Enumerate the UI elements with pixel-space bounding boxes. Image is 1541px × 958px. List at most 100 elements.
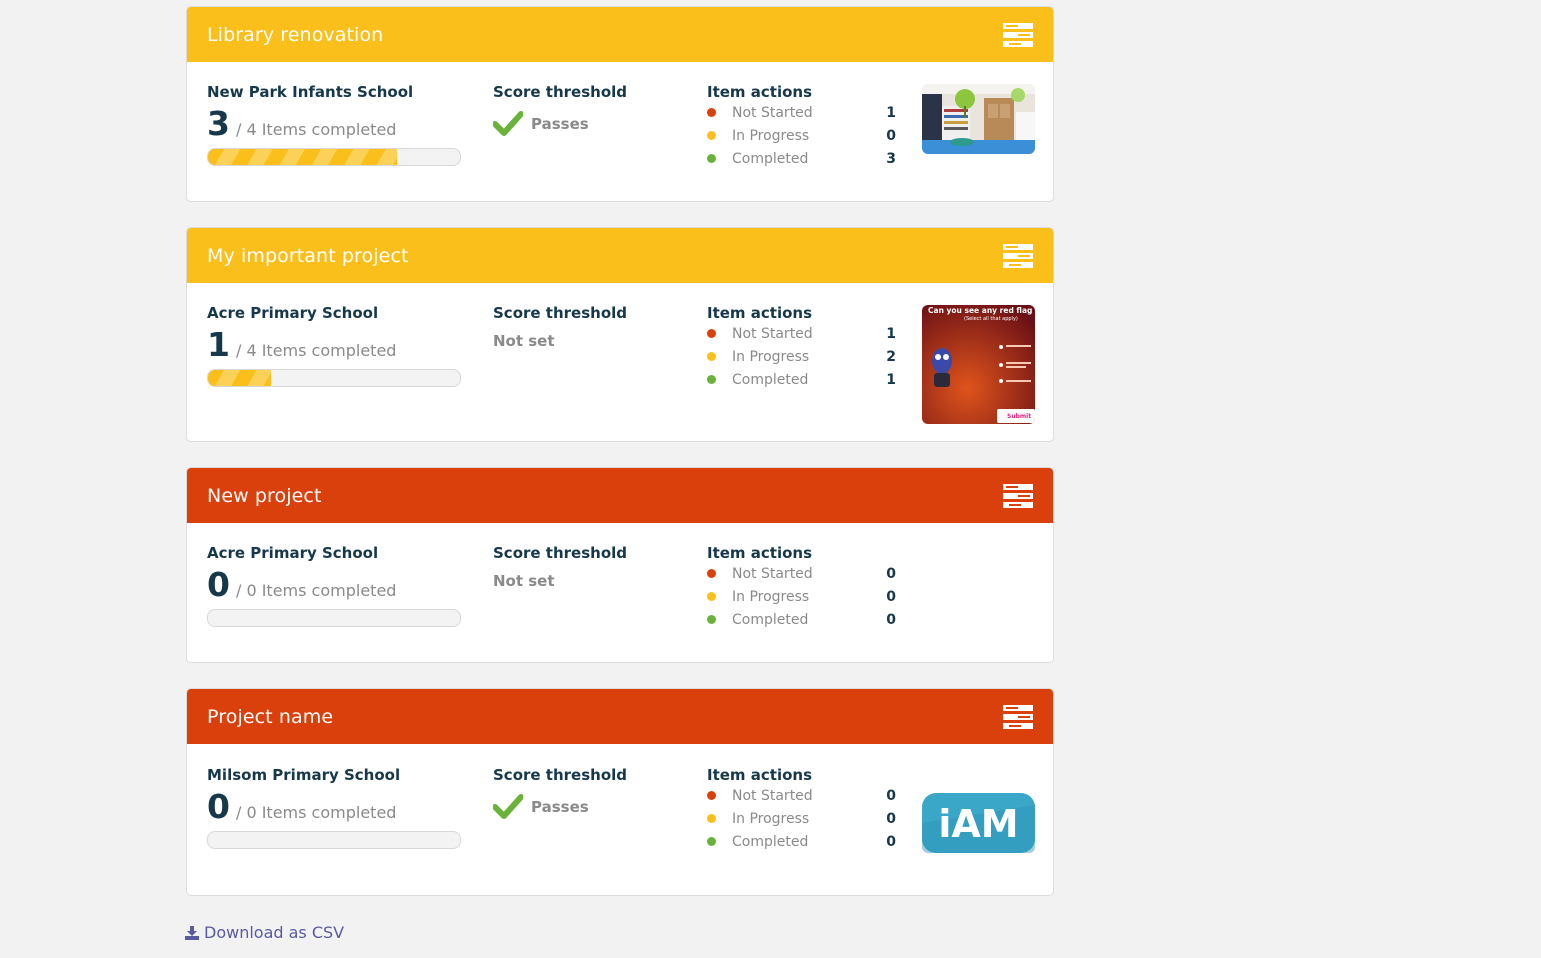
project-title: Project name xyxy=(207,705,334,728)
progress-fill xyxy=(208,370,271,386)
action-row-in-progress: In Progress 0 xyxy=(707,585,897,608)
project-card: My important project Acre Primary School… xyxy=(186,227,1054,442)
action-row-completed: Completed 3 xyxy=(707,147,897,170)
project-title: New project xyxy=(207,484,322,507)
project-card: Project name Milsom Primary School 0 / 0… xyxy=(186,688,1054,896)
action-row-in-progress: In Progress 0 xyxy=(707,124,897,147)
green-dot-icon xyxy=(707,837,716,846)
action-label: Not Started xyxy=(732,787,813,804)
red-dot-icon xyxy=(707,108,716,117)
item-actions-title: Item actions xyxy=(707,766,813,784)
quiz-screenshot-thumbnail[interactable]: Can you see any red flag (Select all tha… xyxy=(922,305,1035,424)
quiz-heading: Can you see any red flag xyxy=(928,306,1032,315)
quiz-submit-label: Submit xyxy=(1007,413,1031,420)
green-dot-icon xyxy=(707,615,716,624)
school-name: New Park Infants School xyxy=(207,83,414,101)
school-name: Acre Primary School xyxy=(207,304,379,322)
action-row-not-started: Not Started 0 xyxy=(707,562,897,585)
green-dot-icon xyxy=(707,375,716,384)
progress-fill xyxy=(208,149,397,165)
progress-bar xyxy=(207,831,461,849)
item-actions-title: Item actions xyxy=(707,304,813,322)
school-name: Acre Primary School xyxy=(207,544,379,562)
card-header: Library renovation xyxy=(187,7,1053,62)
action-label: In Progress xyxy=(732,127,810,144)
action-label: Not Started xyxy=(732,104,813,121)
item-actions-title: Item actions xyxy=(707,544,813,562)
red-dot-icon xyxy=(707,791,716,800)
check-icon xyxy=(493,111,523,136)
action-label: Not Started xyxy=(732,325,813,342)
action-value: 1 xyxy=(886,325,896,342)
action-row-completed: Completed 0 xyxy=(707,608,897,631)
action-label: Completed xyxy=(732,833,809,850)
menu-icon[interactable] xyxy=(1003,704,1033,729)
red-dot-icon xyxy=(707,569,716,578)
completed-count: 1 xyxy=(207,325,230,364)
yellow-dot-icon xyxy=(707,131,716,140)
library-photo-thumbnail[interactable] xyxy=(922,84,1035,154)
score-threshold-title: Score threshold xyxy=(493,304,628,322)
card-header: My important project xyxy=(187,228,1053,283)
score-threshold-title: Score threshold xyxy=(493,766,628,784)
completed-count: 0 xyxy=(207,787,230,826)
action-value: 0 xyxy=(886,833,896,850)
quiz-subheading: (Select all that apply) xyxy=(964,316,1018,322)
red-dot-icon xyxy=(707,329,716,338)
action-row-in-progress: In Progress 0 xyxy=(707,807,897,830)
action-value: 3 xyxy=(886,150,896,167)
action-row-not-started: Not Started 1 xyxy=(707,101,897,124)
score-threshold-title: Score threshold xyxy=(493,544,628,562)
threshold-status: Passes xyxy=(531,798,589,816)
action-label: Completed xyxy=(732,150,809,167)
action-value: 0 xyxy=(886,588,896,605)
action-value: 0 xyxy=(886,127,896,144)
threshold-status: Not set xyxy=(493,572,555,590)
action-label: Completed xyxy=(732,371,809,388)
action-value: 0 xyxy=(886,810,896,827)
progress-bar xyxy=(207,148,461,166)
action-value: 0 xyxy=(886,611,896,628)
progress-bar xyxy=(207,369,461,387)
card-header: Project name xyxy=(187,689,1053,744)
score-threshold-title: Score threshold xyxy=(493,83,628,101)
action-label: Not Started xyxy=(732,565,813,582)
download-csv-label: Download as CSV xyxy=(204,923,345,942)
action-label: In Progress xyxy=(732,588,810,605)
progress-bar xyxy=(207,609,461,627)
project-title: My important project xyxy=(207,244,409,267)
green-dot-icon xyxy=(707,154,716,163)
iam-logo-thumbnail[interactable]: iAM xyxy=(922,793,1035,853)
items-completed-text: / 0 Items completed xyxy=(235,581,397,600)
action-row-in-progress: In Progress 2 xyxy=(707,345,897,368)
yellow-dot-icon xyxy=(707,814,716,823)
school-name: Milsom Primary School xyxy=(207,766,401,784)
action-label: In Progress xyxy=(732,810,810,827)
items-completed-text: / 4 Items completed xyxy=(235,341,397,360)
completed-count: 3 xyxy=(207,104,230,143)
card-header: New project xyxy=(187,468,1053,523)
action-label: In Progress xyxy=(732,348,810,365)
action-value: 1 xyxy=(886,371,896,388)
project-title: Library renovation xyxy=(207,23,384,46)
menu-icon[interactable] xyxy=(1003,483,1033,508)
action-value: 0 xyxy=(886,565,896,582)
project-card: New project Acre Primary School 0 / 0 It… xyxy=(186,467,1054,663)
action-row-completed: Completed 1 xyxy=(707,368,897,391)
action-label: Completed xyxy=(732,611,809,628)
yellow-dot-icon xyxy=(707,592,716,601)
download-csv-link[interactable]: Download as CSV xyxy=(185,923,344,942)
iam-logo-text: iAM xyxy=(938,802,1018,846)
menu-icon[interactable] xyxy=(1003,243,1033,268)
download-icon xyxy=(185,925,199,940)
action-value: 1 xyxy=(886,104,896,121)
action-row-not-started: Not Started 0 xyxy=(707,784,897,807)
action-value: 0 xyxy=(886,787,896,804)
completed-count: 0 xyxy=(207,565,230,604)
project-card: Library renovation New Park Infants Scho… xyxy=(186,6,1054,202)
menu-icon[interactable] xyxy=(1003,22,1033,47)
action-value: 2 xyxy=(886,348,896,365)
item-actions-title: Item actions xyxy=(707,83,813,101)
threshold-status: Not set xyxy=(493,332,555,350)
threshold-status: Passes xyxy=(531,115,589,133)
